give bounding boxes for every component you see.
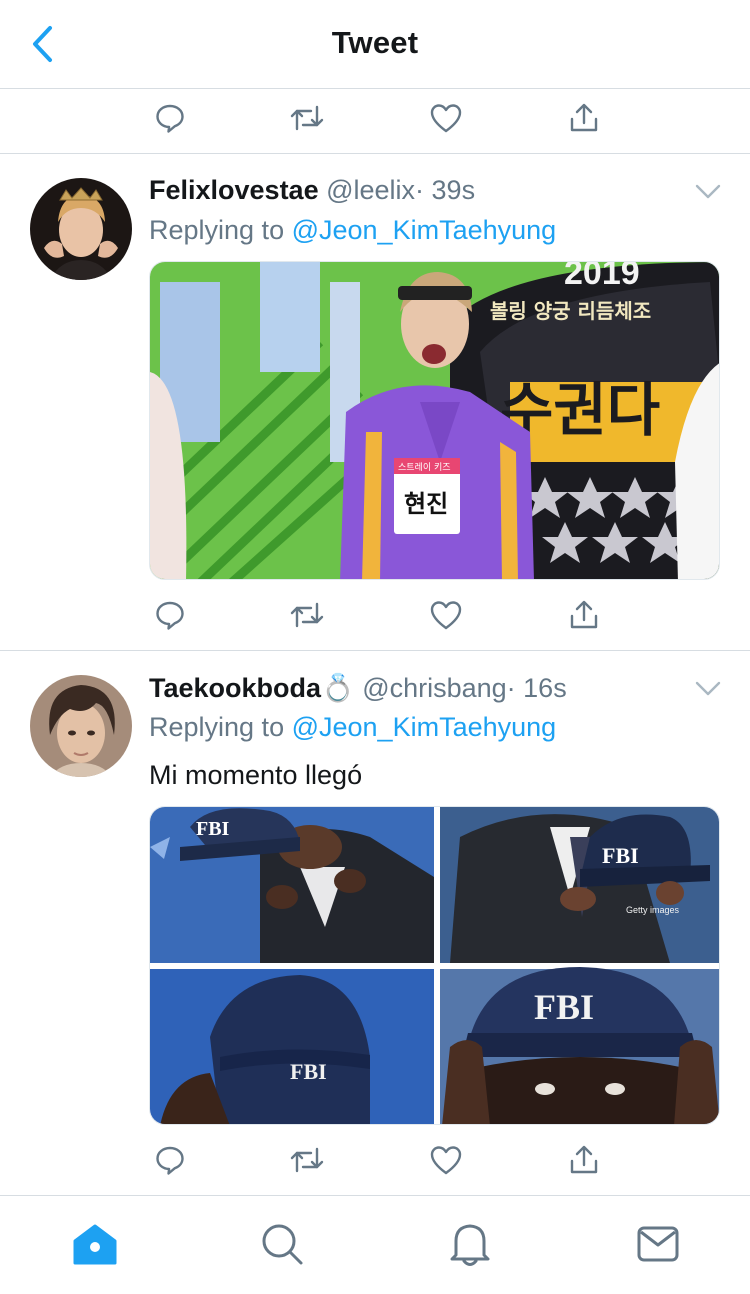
banner-year: 2019 <box>564 262 640 292</box>
retweet-icon <box>290 602 324 628</box>
heart-icon <box>430 104 462 133</box>
cap-text-4: FBI <box>534 987 594 1027</box>
tweet-timestamp: · 39s <box>415 175 476 205</box>
tweet-text: Mi momento llegó <box>149 760 363 790</box>
stage-photo: 2019 볼링 양궁 리듬체조 수권다 스트레이 키즈 현진 <box>150 262 719 579</box>
reply-icon <box>156 1146 184 1175</box>
tweet-actions <box>150 595 610 635</box>
heart-icon <box>430 601 462 630</box>
replying-to-line: Replying to @Jeon_KimTaehyung <box>149 712 556 743</box>
bottom-tab-bar <box>0 1195 750 1294</box>
author-handle[interactable]: @chrisbang <box>362 673 506 703</box>
author-name[interactable]: Taekookboda <box>149 673 321 703</box>
ring-emoji-icon: 💍 <box>321 673 355 703</box>
mail-icon <box>637 1226 679 1262</box>
watermark-text: Getty images <box>626 905 680 915</box>
share-icon <box>570 103 598 132</box>
replying-to-label: Replying to <box>149 215 292 245</box>
avatar-image <box>30 675 132 777</box>
main-tweet-actions <box>150 98 610 138</box>
like-button[interactable] <box>426 595 466 635</box>
bell-icon <box>450 1224 490 1266</box>
fbi-collage-photo: FBI FBI Getty images FBI FBI <box>150 807 719 1124</box>
cap-text-1: FBI <box>196 818 230 840</box>
retweet-icon <box>290 105 324 131</box>
retweet-button[interactable] <box>287 98 327 138</box>
replying-to-line: Replying to @Jeon_KimTaehyung <box>149 215 556 246</box>
retweet-icon <box>290 1147 324 1173</box>
tweet-media-image[interactable]: 2019 볼링 양궁 리듬체조 수권다 스트레이 키즈 현진 <box>149 261 720 580</box>
tab-notifications[interactable] <box>446 1220 494 1268</box>
tab-home[interactable] <box>71 1220 119 1268</box>
tweet-actions <box>150 1140 610 1180</box>
like-button[interactable] <box>426 98 466 138</box>
divider <box>0 153 750 154</box>
like-button[interactable] <box>426 1140 466 1180</box>
chevron-down-icon[interactable] <box>694 183 722 201</box>
avatar[interactable] <box>30 675 132 777</box>
retweet-button[interactable] <box>287 1140 327 1180</box>
tweet-timestamp: · 16s <box>506 673 567 703</box>
divider <box>0 650 750 651</box>
retweet-button[interactable] <box>287 595 327 635</box>
top-navigation-bar: Tweet <box>0 0 750 89</box>
reply-mention-link[interactable]: @Jeon_KimTaehyung <box>292 712 557 742</box>
tweet-media-image[interactable]: FBI FBI Getty images FBI FBI <box>149 806 720 1125</box>
author-line: Taekookboda💍 @chrisbang· 16s <box>149 672 567 704</box>
cap-text-3: FBI <box>290 1059 327 1084</box>
replying-to-label: Replying to <box>149 712 292 742</box>
reply-icon <box>156 104 184 133</box>
cap-text-2: FBI <box>602 843 639 868</box>
share-icon <box>570 1145 598 1174</box>
chevron-down-icon[interactable] <box>694 680 722 698</box>
home-icon <box>73 1224 117 1265</box>
page-title: Tweet <box>331 25 419 60</box>
tab-search[interactable] <box>258 1220 306 1268</box>
author-handle[interactable]: @leelix <box>326 175 415 205</box>
reply-button[interactable] <box>150 1140 190 1180</box>
banner-text: 볼링 양궁 리듬체조 <box>490 299 651 323</box>
avatar-image <box>30 178 132 280</box>
search-icon <box>262 1224 303 1265</box>
author-name[interactable]: Felixlovestae <box>149 175 319 205</box>
share-button[interactable] <box>564 595 604 635</box>
name-tag-text: 현진 <box>404 490 448 518</box>
share-button[interactable] <box>564 1140 604 1180</box>
reply-button[interactable] <box>150 595 190 635</box>
avatar[interactable] <box>30 178 132 280</box>
name-tag-top: 스트레이 키즈 <box>398 462 451 473</box>
reply-icon <box>156 601 184 630</box>
share-button[interactable] <box>564 98 604 138</box>
tab-messages[interactable] <box>634 1220 682 1268</box>
heart-icon <box>430 1146 462 1175</box>
author-line: Felixlovestae @leelix· 39s <box>149 175 475 206</box>
share-icon <box>570 600 598 629</box>
reply-button[interactable] <box>150 98 190 138</box>
reply-mention-link[interactable]: @Jeon_KimTaehyung <box>292 215 557 245</box>
